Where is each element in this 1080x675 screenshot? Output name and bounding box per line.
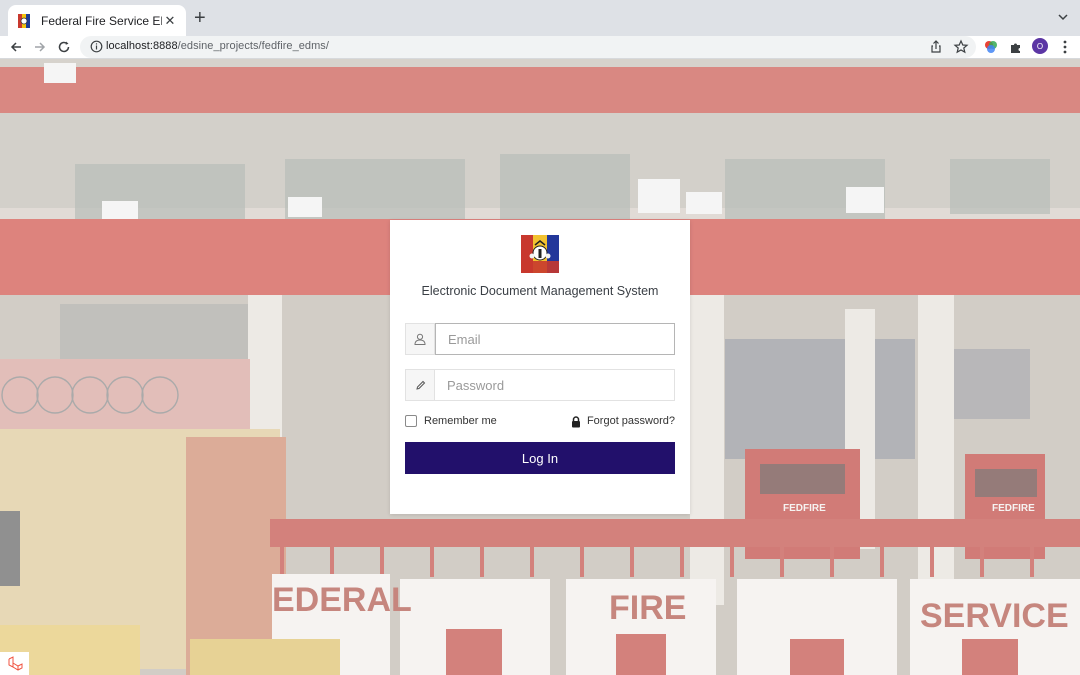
login-card: Electronic Document Management System Re…	[390, 220, 690, 514]
pencil-icon	[406, 370, 435, 400]
forward-arrow-icon[interactable]	[31, 38, 49, 56]
browser-tab[interactable]: Federal Fire Service EDMS ✕	[8, 5, 186, 36]
browser-toolbar: localhost:8888/edsine_projects/fedfire_e…	[0, 36, 1080, 59]
lock-icon	[571, 415, 581, 428]
more-vertical-icon[interactable]	[1058, 38, 1072, 56]
info-icon[interactable]	[90, 40, 103, 53]
address-bar[interactable]: localhost:8888/edsine_projects/fedfire_e…	[80, 36, 976, 58]
star-icon[interactable]	[953, 39, 969, 55]
puzzle-icon[interactable]	[1008, 39, 1024, 55]
remember-me[interactable]: Remember me	[405, 415, 497, 427]
url-host: localhost:8888	[106, 40, 178, 52]
nigeria-coat-of-arms-icon	[16, 13, 32, 29]
url-text: localhost:8888/edsine_projects/fedfire_e…	[106, 40, 329, 52]
fedfire-crest-icon	[521, 235, 559, 273]
tab-strip: Federal Fire Service EDMS ✕ +	[0, 0, 1080, 36]
user-icon	[406, 324, 435, 354]
close-icon[interactable]: ✕	[162, 13, 178, 29]
color-extension-icon[interactable]	[983, 39, 999, 55]
plus-icon[interactable]: +	[194, 8, 206, 28]
profile-avatar[interactable]: O	[1032, 38, 1048, 54]
url-path: /edsine_projects/fedfire_edms/	[177, 40, 329, 52]
laravel-icon[interactable]	[0, 652, 29, 675]
forgot-password-link[interactable]: Forgot password?	[571, 415, 675, 428]
remember-label: Remember me	[424, 415, 497, 427]
back-arrow-icon[interactable]	[7, 38, 25, 56]
tab-title: Federal Fire Service EDMS	[41, 13, 162, 28]
system-title: Electronic Document Management System	[421, 284, 659, 298]
page-viewport: EDERAL FIRE SERVICE FEDFIRE FEDFIRE Elec…	[0, 59, 1080, 675]
password-input[interactable]	[435, 370, 674, 400]
email-input[interactable]	[435, 323, 675, 355]
forgot-password-label: Forgot password?	[586, 415, 675, 427]
remember-checkbox[interactable]	[405, 415, 417, 427]
chevron-down-icon[interactable]	[1056, 10, 1070, 24]
login-button[interactable]: Log In	[405, 442, 675, 474]
password-field-group	[405, 369, 675, 401]
share-icon[interactable]	[928, 39, 944, 55]
email-field-group	[405, 323, 675, 355]
reload-icon[interactable]	[55, 38, 73, 56]
